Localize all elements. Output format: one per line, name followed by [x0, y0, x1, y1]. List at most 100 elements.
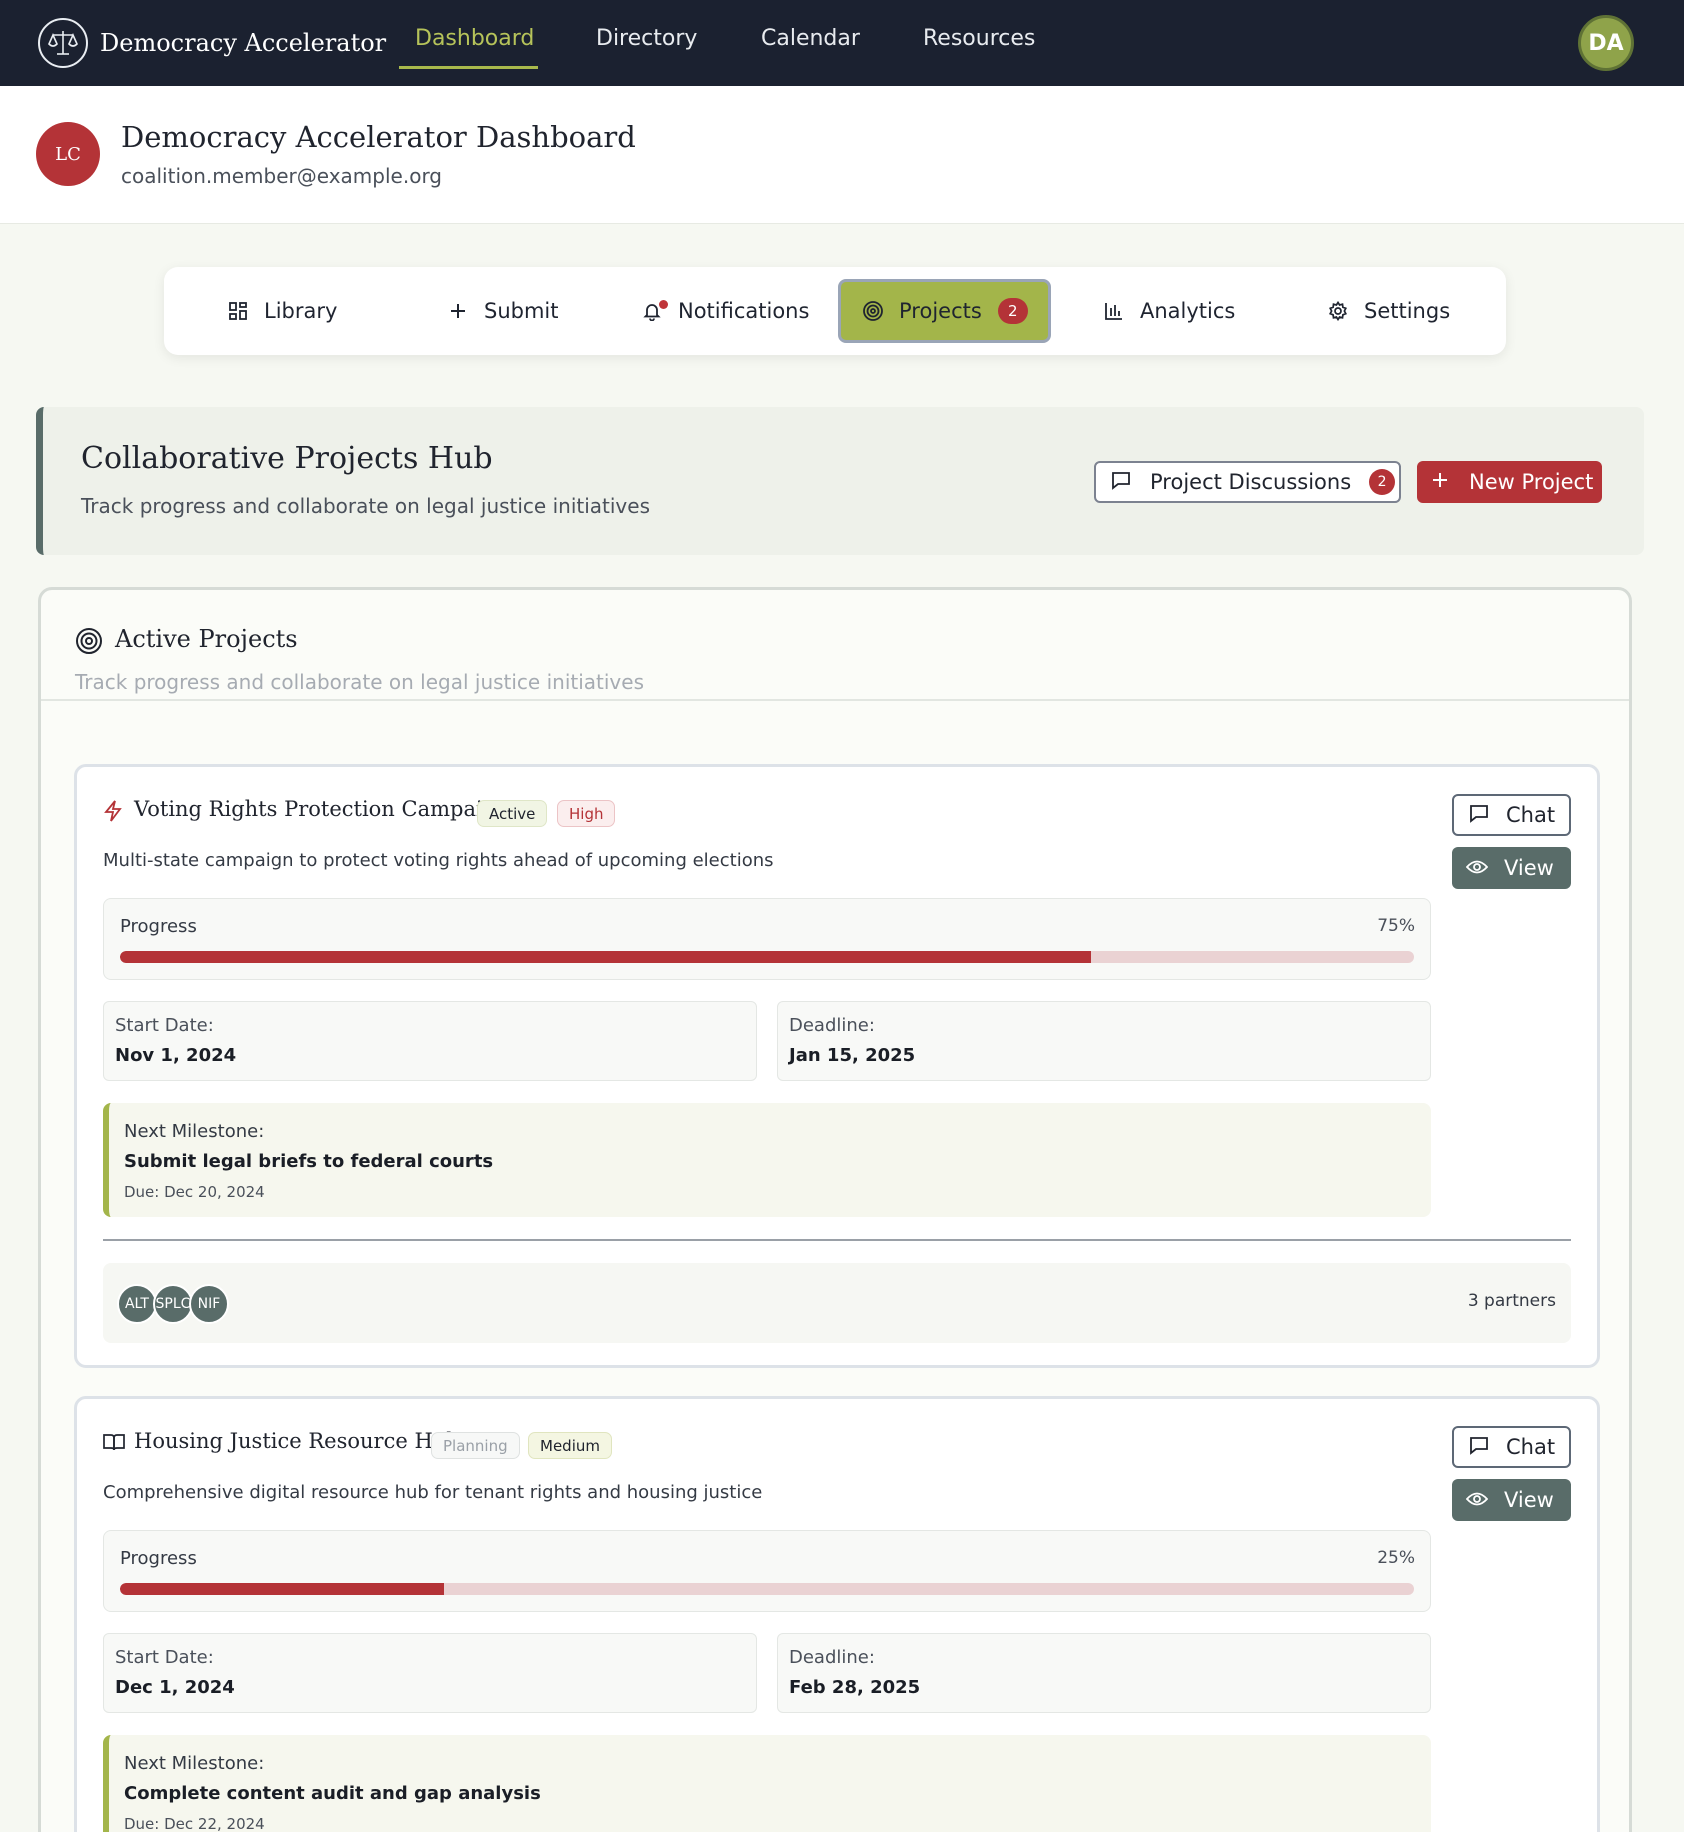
project-card: Housing Justice Resource Hub Planning Me…	[74, 1396, 1600, 1832]
projects-hub-banner: Collaborative Projects Hub Track progres…	[36, 407, 1644, 555]
top-nav: Democracy Accelerator Dashboard Director…	[0, 0, 1684, 86]
target-icon	[861, 299, 885, 323]
priority-badge: Medium	[528, 1432, 612, 1459]
panel-title: Active Projects	[115, 625, 298, 653]
tab-label: Settings	[1364, 299, 1451, 323]
unread-dot	[659, 300, 668, 309]
status-badge: Planning	[431, 1432, 520, 1459]
deadline-value: Jan 15, 2025	[789, 1045, 916, 1066]
deadline-box: Deadline: Feb 28, 2025	[777, 1633, 1431, 1713]
partners-count: 3 partners	[1467, 1291, 1556, 1311]
target-icon	[75, 627, 103, 659]
dashboard-header: LC Democracy Accelerator Dashboard coali…	[0, 86, 1684, 224]
project-discussions-button[interactable]: Project Discussions 2	[1094, 461, 1401, 503]
milestone-label: Next Milestone:	[124, 1121, 265, 1142]
user-avatar[interactable]: DA	[1578, 15, 1634, 71]
nav-active-underline	[399, 66, 538, 69]
start-date-value: Dec 1, 2024	[115, 1677, 235, 1698]
project-title[interactable]: Housing Justice Resource Hub	[134, 1429, 460, 1453]
plus-icon	[1431, 470, 1449, 494]
tab-notifications[interactable]: Notifications	[640, 279, 809, 343]
bell-icon	[640, 299, 668, 323]
view-button[interactable]: View	[1452, 1479, 1571, 1521]
view-button[interactable]: View	[1452, 847, 1571, 889]
lightning-icon	[103, 800, 123, 826]
start-date-box: Start Date: Nov 1, 2024	[103, 1001, 757, 1081]
grid-icon	[226, 299, 250, 323]
status-badge: Active	[477, 800, 548, 827]
deadline-label: Deadline:	[789, 1647, 875, 1668]
progress-bar-fill	[120, 1583, 444, 1595]
project-title[interactable]: Voting Rights Protection Campaign	[134, 797, 510, 821]
milestone-title: Submit legal briefs to federal courts	[124, 1151, 494, 1172]
milestone-label: Next Milestone:	[124, 1753, 265, 1774]
partner-avatar[interactable]: ALT	[117, 1284, 157, 1324]
discussions-label: Project Discussions	[1150, 470, 1352, 494]
chat-label: Chat	[1506, 803, 1556, 827]
priority-badge: High	[557, 800, 616, 827]
tab-library[interactable]: Library	[226, 279, 337, 343]
partner-avatar[interactable]: NIF	[189, 1284, 229, 1324]
tab-settings[interactable]: Settings	[1326, 279, 1450, 343]
brand[interactable]: Democracy Accelerator	[38, 18, 386, 68]
panel-subtitle: Track progress and collaborate on legal …	[75, 670, 644, 694]
discussions-count-badge: 2	[1369, 469, 1396, 495]
next-milestone: Next Milestone: Submit legal briefs to f…	[103, 1103, 1431, 1217]
nav-link-calendar[interactable]: Calendar	[761, 26, 860, 51]
deadline-value: Feb 28, 2025	[789, 1677, 921, 1698]
partners-row: ALT SPLC NIF 3 partners	[103, 1263, 1571, 1343]
tab-label: Submit	[484, 299, 559, 323]
book-icon	[103, 1432, 125, 1456]
partner-avatar[interactable]: SPLC	[153, 1284, 193, 1324]
new-project-label: New Project	[1469, 470, 1594, 494]
progress-section: Progress 25%	[103, 1530, 1431, 1612]
nav-link-dashboard[interactable]: Dashboard	[415, 26, 534, 51]
brand-name: Democracy Accelerator	[100, 29, 387, 57]
bar-chart-icon	[1102, 299, 1126, 323]
section-tabs: Library Submit Notifications Projects 2 …	[164, 267, 1506, 355]
new-project-button[interactable]: New Project	[1417, 461, 1602, 503]
divider	[103, 1239, 1571, 1241]
scales-icon	[38, 18, 88, 68]
message-icon	[1468, 802, 1490, 829]
tab-analytics[interactable]: Analytics	[1102, 279, 1235, 343]
project-description: Multi-state campaign to protect voting r…	[103, 850, 774, 871]
chat-button[interactable]: Chat	[1452, 1426, 1571, 1468]
nav-link-directory[interactable]: Directory	[596, 26, 697, 51]
progress-percent: 75%	[1377, 916, 1415, 936]
start-date-label: Start Date:	[115, 1647, 214, 1668]
project-description: Comprehensive digital resource hub for t…	[103, 1482, 763, 1503]
progress-bar	[120, 951, 1414, 963]
tab-label: Analytics	[1140, 299, 1236, 323]
message-icon	[1110, 469, 1132, 496]
tab-projects[interactable]: Projects 2	[838, 279, 1051, 343]
chat-button[interactable]: Chat	[1452, 794, 1571, 836]
deadline-box: Deadline: Jan 15, 2025	[777, 1001, 1431, 1081]
hub-title: Collaborative Projects Hub	[81, 441, 493, 476]
view-label: View	[1504, 1488, 1554, 1512]
eye-icon	[1465, 856, 1489, 880]
nav-link-resources[interactable]: Resources	[923, 26, 1035, 51]
plus-icon	[446, 299, 470, 323]
member-email: coalition.member@example.org	[121, 164, 443, 188]
tab-label: Library	[264, 299, 338, 323]
milestone-due: Due: Dec 22, 2024	[124, 1815, 265, 1832]
gear-icon	[1326, 299, 1350, 323]
chat-label: Chat	[1506, 1435, 1556, 1459]
member-avatar: LC	[36, 122, 100, 186]
tab-label: Projects	[899, 299, 982, 323]
hub-subtitle: Track progress and collaborate on legal …	[81, 494, 650, 518]
progress-section: Progress 75%	[103, 898, 1431, 980]
milestone-title: Complete content audit and gap analysis	[124, 1783, 541, 1804]
projects-count-badge: 2	[997, 298, 1028, 324]
active-projects-panel: Active Projects Track progress and colla…	[38, 587, 1632, 1832]
start-date-box: Start Date: Dec 1, 2024	[103, 1633, 757, 1713]
progress-label: Progress	[120, 1548, 197, 1569]
progress-percent: 25%	[1377, 1548, 1415, 1568]
tab-submit[interactable]: Submit	[446, 279, 559, 343]
next-milestone: Next Milestone: Complete content audit a…	[103, 1735, 1431, 1832]
start-date-value: Nov 1, 2024	[115, 1045, 237, 1066]
progress-label: Progress	[120, 916, 197, 937]
message-icon	[1468, 1434, 1490, 1461]
page-title: Democracy Accelerator Dashboard	[121, 120, 636, 154]
